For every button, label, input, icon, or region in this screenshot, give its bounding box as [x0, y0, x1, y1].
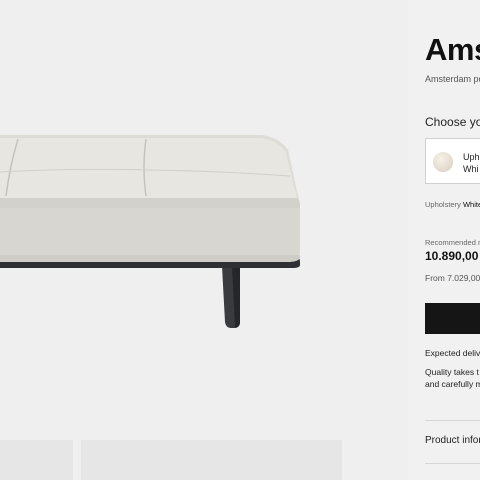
gallery-thumbnail[interactable]	[0, 440, 73, 480]
quality-text-line-1: Quality takes t	[425, 367, 479, 377]
add-to-cart-button[interactable]	[425, 303, 480, 334]
upholstery-summary: Upholstery White	[425, 200, 480, 209]
upholstery-selector[interactable]: Uph Whi	[425, 138, 480, 184]
upholstery-card-label: Uph	[463, 152, 480, 162]
choose-label: Choose your	[425, 115, 480, 129]
product-price: 10.890,00	[425, 249, 479, 263]
fabric-swatch-icon	[433, 152, 453, 172]
upholstery-card-value: Whi	[463, 164, 479, 174]
product-details-panel: Ams Amsterdam po Choose your Uph Whi Uph…	[408, 0, 480, 480]
product-image-gallery[interactable]	[0, 0, 408, 480]
divider	[425, 463, 480, 464]
product-subtitle: Amsterdam po	[425, 74, 480, 84]
from-price: From 7.029,00	[425, 273, 480, 283]
divider	[425, 420, 480, 421]
recommended-price-label: Recommended r	[425, 238, 480, 247]
gallery-thumbnail[interactable]	[81, 440, 342, 480]
product-information-toggle[interactable]: Product infor	[425, 435, 480, 446]
product-image-ottoman	[0, 135, 300, 328]
upholstery-summary-value: White	[462, 200, 480, 209]
quality-text-line-2: and carefully m	[425, 379, 480, 389]
product-title: Ams	[425, 32, 480, 67]
upholstery-summary-label: Upholstery	[425, 200, 461, 209]
expected-delivery: Expected deliv	[425, 348, 480, 358]
